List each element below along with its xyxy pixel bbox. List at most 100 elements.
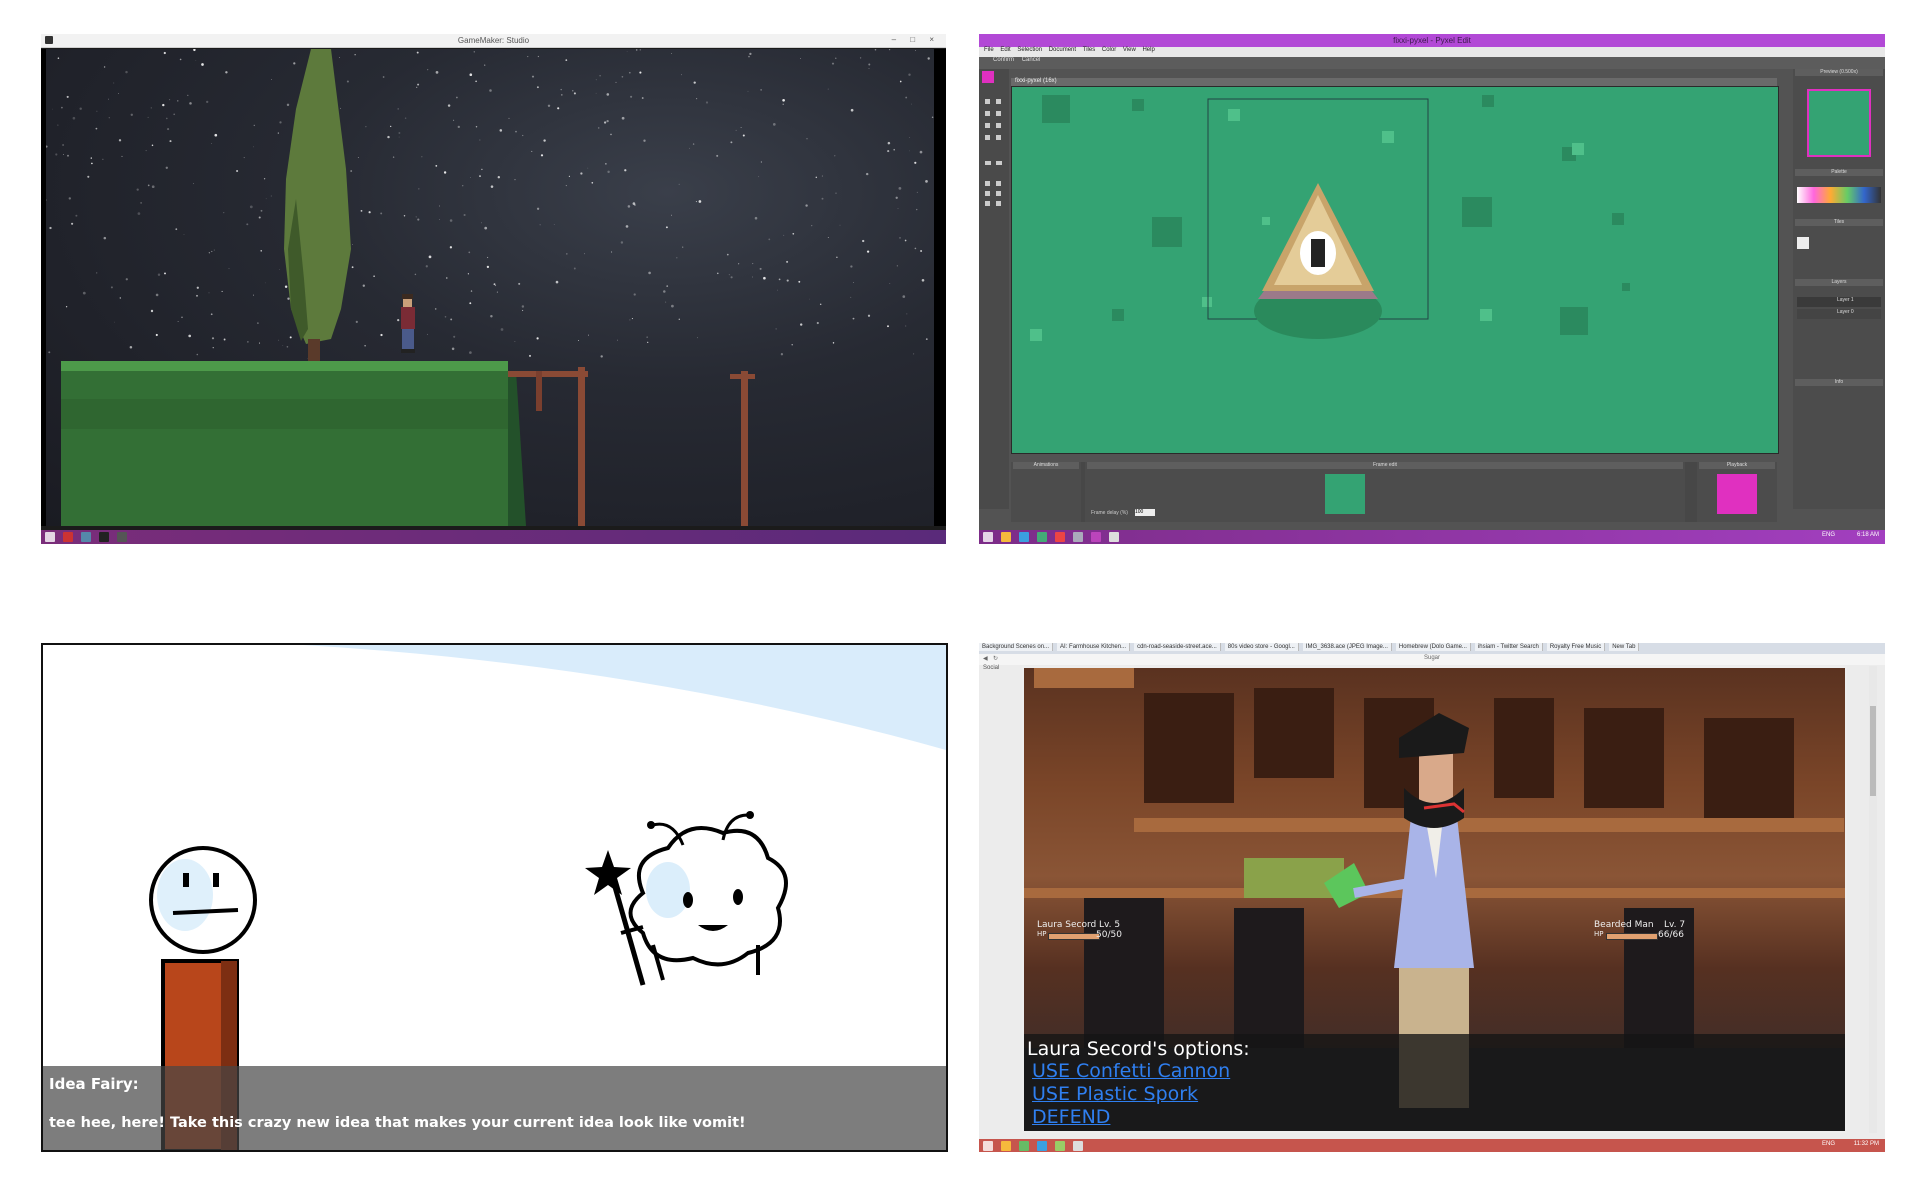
taskbar-app-icon[interactable]	[1019, 1141, 1029, 1151]
night-sky-scene	[45, 48, 934, 526]
tool-icons[interactable]	[979, 89, 1009, 229]
palette-swatches[interactable]	[1797, 187, 1881, 203]
menu-view[interactable]: View	[1123, 47, 1136, 53]
menu-edit[interactable]: Edit	[1000, 47, 1010, 53]
option-confetti-cannon[interactable]: USE Confetti Cannon	[1032, 1060, 1230, 1082]
animations-title: Animations	[1013, 462, 1079, 469]
taskbar-app-icon[interactable]	[1001, 1141, 1011, 1151]
taskbar-app-icon[interactable]	[81, 532, 91, 542]
document-tab[interactable]: fixxi-pyxel (16x)	[1011, 78, 1777, 86]
battle-scene: Laura Secord Lv. 5 HP 50/50 Bearded Man …	[1022, 666, 1847, 1133]
bridge-post-3	[741, 371, 748, 526]
starfield	[45, 48, 934, 359]
address-bar[interactable]: ◀ ↻ Sugar	[979, 654, 1885, 665]
info-panel-title: Info	[1795, 379, 1883, 386]
taskbar-app-icon[interactable]	[99, 532, 109, 542]
pyxel-edit-window: fixxi-pyxel - Pyxel Edit File Edit Selec…	[979, 34, 1885, 544]
primary-color-swatch[interactable]	[982, 71, 994, 83]
tools-panel	[979, 69, 1009, 509]
browser-tab[interactable]: Royalty Free Music	[1546, 643, 1606, 651]
frame-delay-input[interactable]: 100	[1135, 509, 1155, 516]
taskbar-app-icon[interactable]	[1091, 532, 1101, 542]
tray-clock: 6:18 AM	[1856, 532, 1879, 538]
option-plastic-spork[interactable]: USE Plastic Spork	[1032, 1083, 1198, 1105]
right-panels: Preview (0.500x) Palette Tiles Layers La…	[1793, 69, 1885, 509]
enemy-hp-label: HP	[1594, 930, 1604, 938]
frame-thumbnail[interactable]	[1325, 474, 1365, 514]
eye-pupil	[1311, 239, 1325, 267]
enemy-name: Bearded Man	[1594, 920, 1654, 930]
gamemaker-window: GameMaker: Studio – □ ×	[41, 34, 946, 544]
page-scrollbar[interactable]	[1869, 666, 1877, 1133]
tile-slot[interactable]	[1797, 237, 1809, 249]
menu-selection[interactable]: Selection	[1017, 47, 1042, 53]
frame-delay-label: Frame delay (%)	[1091, 510, 1128, 516]
document-tab-label: fixxi-pyxel (16x)	[1015, 78, 1057, 84]
cancel-button[interactable]: Cancel	[1022, 57, 1041, 63]
layer-row[interactable]: Layer 0	[1797, 309, 1881, 319]
taskbar-app-icon[interactable]	[1019, 532, 1029, 542]
windows-start-icon[interactable]	[983, 1141, 993, 1151]
ground-body	[61, 371, 508, 526]
frame-edit-title: Frame edit	[1087, 462, 1683, 469]
taskbar-app-icon[interactable]	[63, 532, 73, 542]
bridge-post-2	[578, 367, 585, 526]
browser-tab[interactable]: Background Scenes on...	[979, 643, 1054, 651]
selection-toolbar: Confirm Cancel	[979, 57, 1885, 69]
browser-tab[interactable]: AI: Farmhouse Kitchen...	[1057, 643, 1131, 651]
player-hp-label: HP	[1037, 930, 1047, 938]
animations-panel: Animations	[1011, 462, 1081, 522]
windows-start-icon[interactable]	[983, 532, 993, 542]
menu-file[interactable]: File	[984, 47, 994, 53]
taskbar-app-icon[interactable]	[1073, 532, 1083, 542]
layer-name: Layer 0	[1837, 309, 1854, 315]
taskbar	[41, 530, 946, 544]
layer-row[interactable]: Layer 1	[1797, 297, 1881, 307]
browser-tab[interactable]: New Tab	[1609, 643, 1640, 651]
bookmark-social[interactable]: Social	[979, 665, 1019, 675]
menu-document[interactable]: Document	[1049, 47, 1076, 53]
gamemaker-titlebar: GameMaker: Studio – □ ×	[41, 34, 946, 48]
pixel-art-canvas[interactable]	[1012, 87, 1778, 453]
taskbar-app-icon[interactable]	[117, 532, 127, 542]
window-title: fixxi-pyxel - Pyxel Edit	[1393, 36, 1471, 45]
option-defend[interactable]: DEFEND	[1032, 1106, 1110, 1128]
taskbar-app-icon[interactable]	[1073, 1141, 1083, 1151]
playback-title: Playback	[1699, 462, 1775, 469]
ground-stripe	[61, 399, 508, 429]
windows-start-icon[interactable]	[45, 532, 55, 542]
layer-name: Layer 1	[1837, 297, 1854, 303]
taskbar-app-icon[interactable]	[1037, 532, 1047, 542]
menu-color[interactable]: Color	[1102, 47, 1116, 53]
dialogue-box[interactable]: Idea Fairy: tee hee, here! Take this cra…	[43, 1066, 946, 1150]
animation-panels: Animations Frame edit Frame delay (%) 10…	[1011, 462, 1777, 522]
triangle-base	[1258, 291, 1378, 299]
browser-tab[interactable]: Homebrew (Dolo Game...	[1395, 643, 1471, 651]
browser-tab-strip: Background Scenes on... AI: Farmhouse Kit…	[979, 643, 1885, 654]
dialogue-text: tee hee, here! Take this crazy new idea …	[49, 1115, 746, 1131]
scrollbar-thumb[interactable]	[1870, 706, 1876, 796]
browser-tab[interactable]: IMG_3638.ace (JPEG Image...	[1302, 643, 1392, 651]
browser-tab[interactable]: cdn-road-seaside-street.ace...	[1134, 643, 1221, 651]
taskbar-app-icon[interactable]	[1109, 532, 1119, 542]
confirm-button[interactable]: Confirm	[993, 57, 1014, 63]
menu-help[interactable]: Help	[1142, 47, 1154, 53]
taskbar-app-icon[interactable]	[1001, 532, 1011, 542]
options-header: Laura Secord's options:	[1027, 1038, 1250, 1060]
sky-curve	[303, 645, 946, 750]
menu-tiles[interactable]: Tiles	[1083, 47, 1095, 53]
drawing-canvas[interactable]	[1011, 86, 1779, 454]
window-controls[interactable]: – □ ×	[892, 35, 940, 44]
menu-bar: File Edit Selection Document Tiles Color…	[979, 47, 1885, 57]
taskbar-app-icon[interactable]	[1055, 532, 1065, 542]
browser-tab[interactable]: 80s video store - Googl...	[1224, 643, 1299, 651]
bridge-rail-2	[730, 374, 755, 379]
bridge-post-1	[536, 371, 542, 411]
browser-tab[interactable]: ihsiam - Twitter Search	[1474, 643, 1543, 651]
letterbox-right	[934, 49, 946, 526]
taskbar-app-icon[interactable]	[1055, 1141, 1065, 1151]
pyxel-titlebar: fixxi-pyxel - Pyxel Edit	[979, 34, 1885, 47]
player-hp-value: 50/50	[1096, 930, 1122, 940]
taskbar-app-icon[interactable]	[1037, 1141, 1047, 1151]
battle-options-panel: Laura Secord's options: USE Confetti Can…	[1024, 1034, 1845, 1131]
